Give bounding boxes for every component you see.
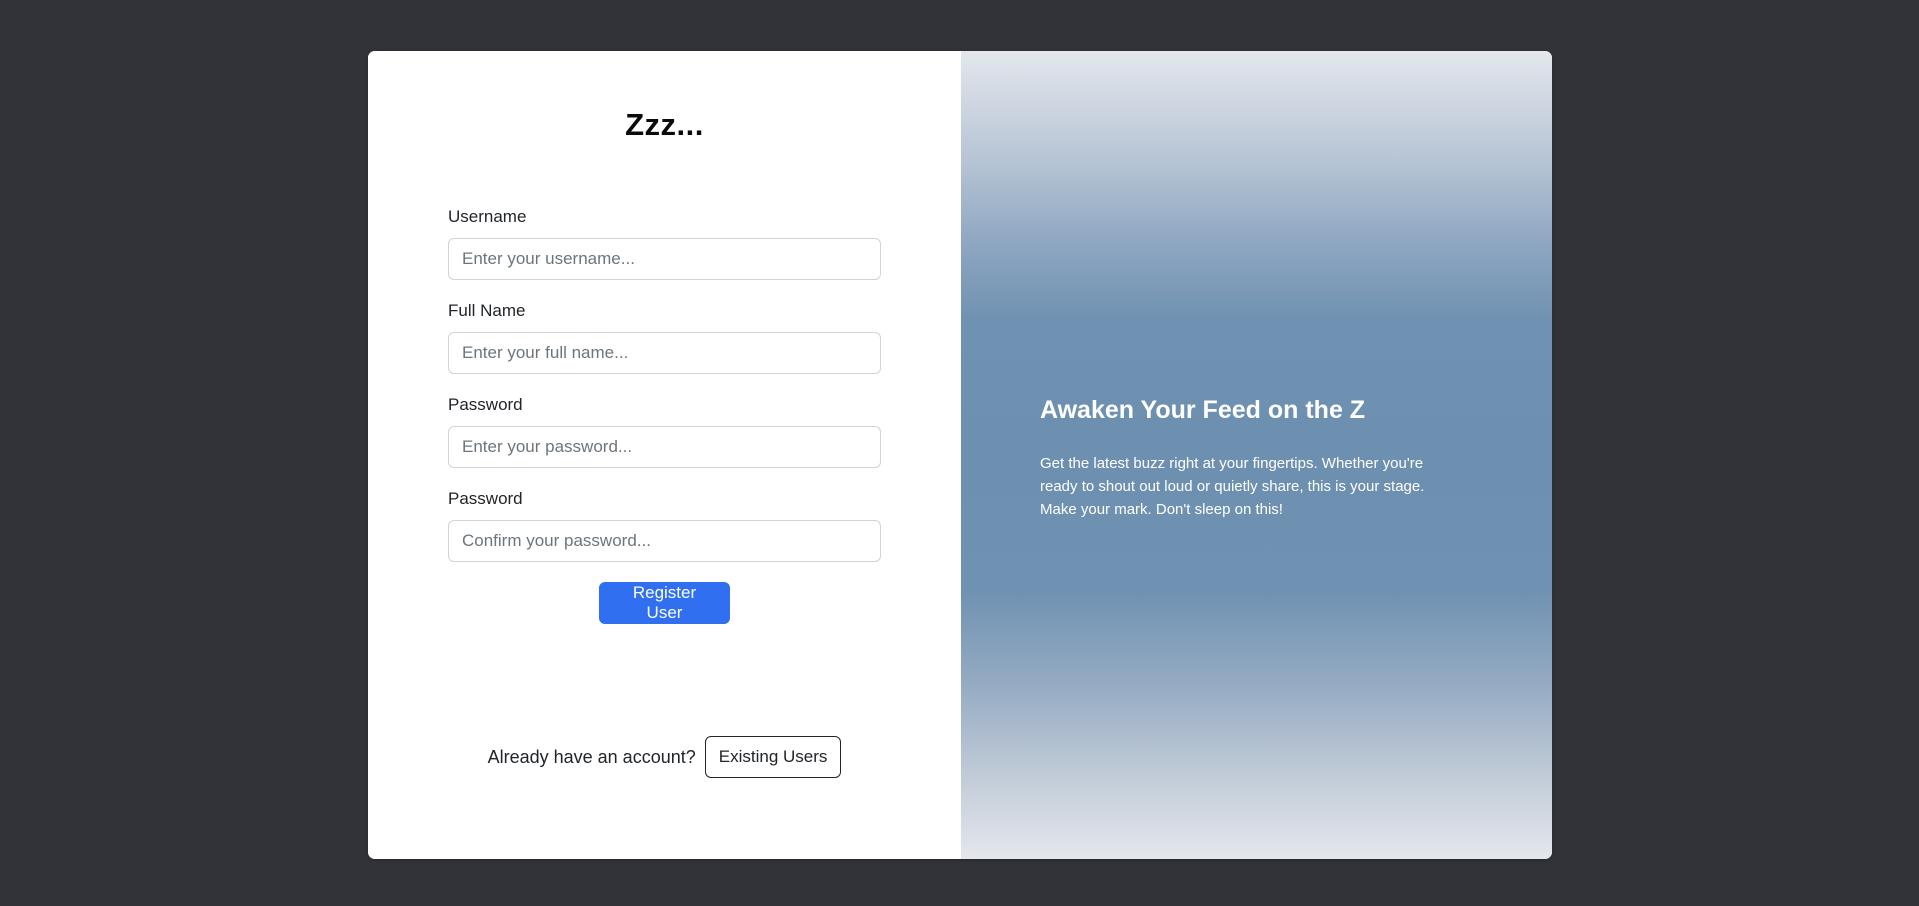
promo-panel: Awaken Your Feed on the Z Get the latest… [961,51,1552,859]
password-field-group: Password [448,394,881,468]
register-user-button[interactable]: Register User [599,582,730,624]
full-name-field-group: Full Name [448,300,881,374]
confirm-password-label: Password [448,489,523,508]
register-form: Username Full Name Password Password Reg… [448,206,881,624]
username-field-group: Username [448,206,881,280]
promo-content: Awaken Your Feed on the Z Get the latest… [1040,393,1460,521]
confirm-password-input[interactable] [448,520,881,562]
existing-users-button[interactable]: Existing Users [704,736,842,778]
full-name-input[interactable] [448,332,881,374]
existing-account-row: Already have an account? Existing Users [368,736,961,778]
promo-heading: Awaken Your Feed on the Z [1040,396,1366,424]
username-input[interactable] [448,238,881,280]
password-input[interactable] [448,426,881,468]
full-name-label: Full Name [448,301,526,320]
register-panel: Zzz... Username Full Name Password Passw… [368,51,961,859]
confirm-password-field-group: Password [448,488,881,562]
promo-body: Get the latest buzz right at your finger… [1040,455,1425,518]
register-card: Zzz... Username Full Name Password Passw… [368,51,1552,859]
register-button-wrap: Register User [448,582,881,624]
existing-account-prompt: Already have an account? [487,746,696,767]
username-label: Username [448,207,527,226]
password-label: Password [448,395,523,414]
app-title: Zzz... [625,107,704,142]
